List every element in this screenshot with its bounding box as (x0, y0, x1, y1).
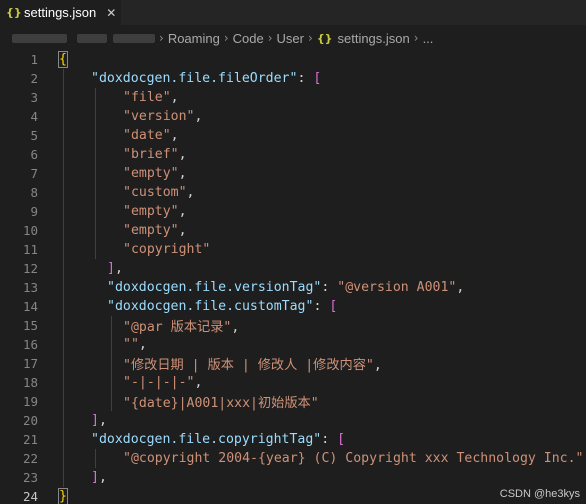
code-line: 12 ], (0, 259, 586, 278)
json-key: "doxdocgen.file.copyrightTag" (91, 432, 322, 447)
line-number: 11 (22, 242, 38, 257)
code-line: 6 "brief", (0, 145, 586, 164)
line-number: 18 (22, 375, 38, 390)
line-number: 15 (22, 318, 38, 333)
breadcrumb-item-code[interactable]: Code (233, 31, 264, 46)
line-number: 8 (30, 185, 38, 200)
json-string: "修改日期 | 版本 | 修改人 |修改内容" (123, 358, 374, 373)
json-file-icon: {} (6, 6, 22, 19)
code-line: 3 "file", (0, 88, 586, 107)
breadcrumb-item-settings-json[interactable]: settings.json (337, 31, 409, 46)
line-number: 14 (22, 299, 38, 314)
code-line: 20 ], (0, 411, 586, 430)
code-line: 16 "", (0, 335, 586, 354)
line-number: 19 (22, 394, 38, 409)
line-number: 20 (22, 413, 38, 428)
chevron-right-icon: › (267, 31, 273, 45)
line-number: 1 (30, 52, 38, 67)
json-string: "copyright" (123, 242, 211, 257)
line-number: 5 (30, 128, 38, 143)
json-string: "@copyright 2004-{year} (C) Copyright xx… (123, 451, 584, 466)
json-key: "doxdocgen.file.versionTag" (107, 280, 322, 295)
line-number: 6 (30, 147, 38, 162)
breadcrumb-item-user[interactable]: User (277, 31, 304, 46)
chevron-right-icon: › (159, 31, 164, 45)
line-number: 13 (22, 280, 38, 295)
json-key: "doxdocgen.file.customTag" (107, 299, 314, 314)
json-string: "brief" (123, 147, 179, 162)
close-brace: } (58, 488, 68, 504)
code-line: 10 "empty", (0, 221, 586, 240)
code-line: 8 "custom", (0, 183, 586, 202)
line-number: 16 (22, 337, 38, 352)
json-string: "empty" (123, 204, 179, 219)
tab-label: settings.json (24, 5, 97, 20)
line-number: 9 (30, 204, 38, 219)
close-icon[interactable]: ✕ (106, 6, 116, 20)
line-number: 22 (22, 451, 38, 466)
json-string: "-|-|-|-" (123, 375, 195, 390)
code-line: 21 "doxdocgen.file.copyrightTag": [ (0, 430, 586, 449)
json-string: "{date}|A001|xxx|初始版本" (123, 396, 319, 411)
code-line: 23 ], (0, 468, 586, 487)
code-line: 7 "empty", (0, 164, 586, 183)
json-string: "@par 版本记录" (123, 320, 232, 335)
code-line: 4 "version", (0, 107, 586, 126)
chevron-right-icon: › (413, 31, 419, 45)
code-line: 14 "doxdocgen.file.customTag": [ (0, 297, 586, 316)
blurred-path-segment (113, 33, 155, 43)
line-number: 10 (22, 223, 38, 238)
code-editor[interactable]: 1 { 2 "doxdocgen.file.fileOrder": [ 3 "f… (0, 50, 586, 504)
tab-bar: {} settings.json ✕ (0, 0, 586, 25)
breadcrumb-item-roaming[interactable]: Roaming (168, 31, 220, 46)
open-brace: { (58, 51, 68, 68)
json-file-icon: {} (316, 31, 333, 45)
blurred-path-segment (12, 33, 67, 43)
line-number: 12 (22, 261, 38, 276)
json-string: "custom" (123, 185, 187, 200)
json-string: "@version A001" (337, 280, 457, 295)
line-number: 3 (30, 90, 38, 105)
blurred-path-segment (77, 33, 107, 43)
breadcrumb: › Roaming › Code › User › {} settings.js… (0, 27, 586, 49)
code-line: 17 "修改日期 | 版本 | 修改人 |修改内容", (0, 354, 586, 373)
json-string: "empty" (123, 166, 179, 181)
json-string: "file" (123, 90, 171, 105)
code-line: 13 "doxdocgen.file.versionTag": "@versio… (0, 278, 586, 297)
chevron-right-icon: › (223, 31, 229, 45)
line-number: 2 (30, 71, 38, 86)
code-line: 22 "@copyright 2004-{year} (C) Copyright… (0, 449, 586, 468)
code-line: 24 } (0, 487, 586, 504)
json-key: "doxdocgen.file.fileOrder" (91, 71, 298, 86)
json-string: "empty" (123, 223, 179, 238)
line-number: 4 (30, 109, 38, 124)
code-line: 18 "-|-|-|-", (0, 373, 586, 392)
watermark: CSDN @he3kys (499, 488, 580, 500)
line-number: 17 (22, 356, 38, 371)
code-line: 1 { (0, 50, 586, 69)
line-number: 7 (30, 166, 38, 181)
json-string: "version" (123, 109, 195, 124)
json-string: "" (123, 337, 139, 352)
code-line: 2 "doxdocgen.file.fileOrder": [ (0, 69, 586, 88)
code-line: 5 "date", (0, 126, 586, 145)
code-line: 19 "{date}|A001|xxx|初始版本" (0, 392, 586, 411)
chevron-right-icon: › (308, 31, 313, 45)
line-number: 21 (22, 432, 38, 447)
code-line: 15 "@par 版本记录", (0, 316, 586, 335)
tab-settings-json[interactable]: {} settings.json ✕ (0, 0, 121, 25)
breadcrumb-more[interactable]: ... (423, 31, 434, 46)
code-line: 9 "empty", (0, 202, 586, 221)
line-number: 24 (22, 489, 38, 504)
code-line: 11 "copyright" (0, 240, 586, 259)
json-string: "date" (123, 128, 171, 143)
line-number: 23 (22, 470, 38, 485)
